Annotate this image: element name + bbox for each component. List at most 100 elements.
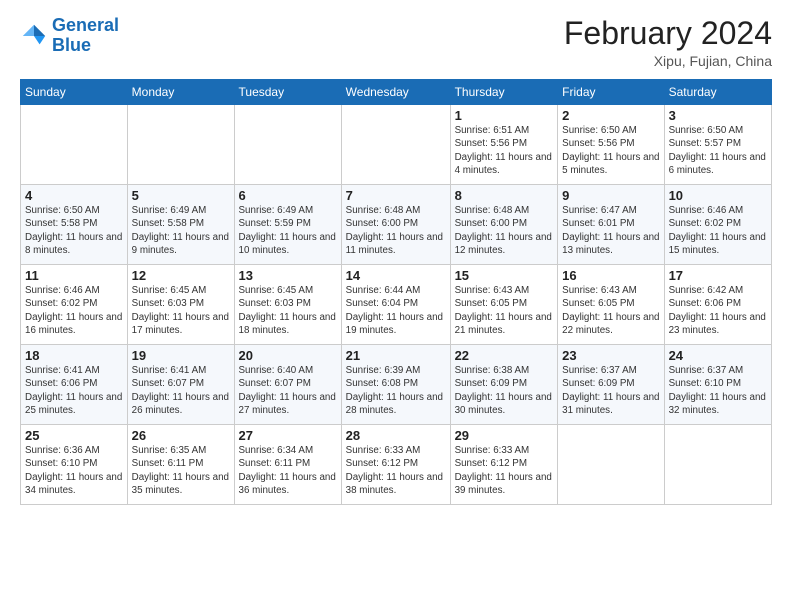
calendar-cell: 24Sunrise: 6:37 AMSunset: 6:10 PMDayligh…: [664, 345, 771, 425]
day-info: Sunrise: 6:48 AMSunset: 6:00 PMDaylight:…: [346, 204, 446, 257]
calendar-cell: 23Sunrise: 6:37 AMSunset: 6:09 PMDayligh…: [558, 345, 664, 425]
header-monday: Monday: [127, 80, 234, 105]
day-number: 19: [132, 348, 230, 363]
day-info: Sunrise: 6:33 AMSunset: 6:12 PMDaylight:…: [346, 444, 446, 497]
day-number: 21: [346, 348, 446, 363]
calendar-cell: 28Sunrise: 6:33 AMSunset: 6:12 PMDayligh…: [341, 425, 450, 505]
calendar-cell: [558, 425, 664, 505]
calendar-cell: 13Sunrise: 6:45 AMSunset: 6:03 PMDayligh…: [234, 265, 341, 345]
day-number: 27: [239, 428, 337, 443]
header-friday: Friday: [558, 80, 664, 105]
day-info: Sunrise: 6:51 AMSunset: 5:56 PMDaylight:…: [455, 124, 554, 177]
day-number: 14: [346, 268, 446, 283]
header-thursday: Thursday: [450, 80, 558, 105]
header-sunday: Sunday: [21, 80, 128, 105]
calendar-cell: 14Sunrise: 6:44 AMSunset: 6:04 PMDayligh…: [341, 265, 450, 345]
calendar-week-row: 1Sunrise: 6:51 AMSunset: 5:56 PMDaylight…: [21, 105, 772, 185]
calendar-cell: 22Sunrise: 6:38 AMSunset: 6:09 PMDayligh…: [450, 345, 558, 425]
day-info: Sunrise: 6:39 AMSunset: 6:08 PMDaylight:…: [346, 364, 446, 417]
calendar-cell: 19Sunrise: 6:41 AMSunset: 6:07 PMDayligh…: [127, 345, 234, 425]
day-info: Sunrise: 6:41 AMSunset: 6:07 PMDaylight:…: [132, 364, 230, 417]
calendar-cell: [127, 105, 234, 185]
header-saturday: Saturday: [664, 80, 771, 105]
calendar-cell: 3Sunrise: 6:50 AMSunset: 5:57 PMDaylight…: [664, 105, 771, 185]
header-wednesday: Wednesday: [341, 80, 450, 105]
calendar-cell: 16Sunrise: 6:43 AMSunset: 6:05 PMDayligh…: [558, 265, 664, 345]
calendar-cell: [21, 105, 128, 185]
day-number: 16: [562, 268, 659, 283]
day-number: 23: [562, 348, 659, 363]
calendar-cell: 25Sunrise: 6:36 AMSunset: 6:10 PMDayligh…: [21, 425, 128, 505]
calendar-week-row: 25Sunrise: 6:36 AMSunset: 6:10 PMDayligh…: [21, 425, 772, 505]
day-info: Sunrise: 6:43 AMSunset: 6:05 PMDaylight:…: [455, 284, 554, 337]
logo-text: General Blue: [52, 16, 119, 56]
calendar-cell: 11Sunrise: 6:46 AMSunset: 6:02 PMDayligh…: [21, 265, 128, 345]
calendar-cell: 15Sunrise: 6:43 AMSunset: 6:05 PMDayligh…: [450, 265, 558, 345]
day-number: 13: [239, 268, 337, 283]
day-info: Sunrise: 6:35 AMSunset: 6:11 PMDaylight:…: [132, 444, 230, 497]
header-tuesday: Tuesday: [234, 80, 341, 105]
day-info: Sunrise: 6:34 AMSunset: 6:11 PMDaylight:…: [239, 444, 337, 497]
day-number: 25: [25, 428, 123, 443]
day-number: 28: [346, 428, 446, 443]
day-number: 8: [455, 188, 554, 203]
day-info: Sunrise: 6:44 AMSunset: 6:04 PMDaylight:…: [346, 284, 446, 337]
day-info: Sunrise: 6:36 AMSunset: 6:10 PMDaylight:…: [25, 444, 123, 497]
day-info: Sunrise: 6:47 AMSunset: 6:01 PMDaylight:…: [562, 204, 659, 257]
calendar-cell: 2Sunrise: 6:50 AMSunset: 5:56 PMDaylight…: [558, 105, 664, 185]
day-number: 12: [132, 268, 230, 283]
day-number: 2: [562, 108, 659, 123]
day-number: 9: [562, 188, 659, 203]
calendar-cell: 7Sunrise: 6:48 AMSunset: 6:00 PMDaylight…: [341, 185, 450, 265]
calendar-week-row: 4Sunrise: 6:50 AMSunset: 5:58 PMDaylight…: [21, 185, 772, 265]
calendar-cell: 29Sunrise: 6:33 AMSunset: 6:12 PMDayligh…: [450, 425, 558, 505]
day-number: 10: [669, 188, 767, 203]
day-number: 1: [455, 108, 554, 123]
day-info: Sunrise: 6:49 AMSunset: 5:58 PMDaylight:…: [132, 204, 230, 257]
calendar-cell: 4Sunrise: 6:50 AMSunset: 5:58 PMDaylight…: [21, 185, 128, 265]
day-info: Sunrise: 6:45 AMSunset: 6:03 PMDaylight:…: [132, 284, 230, 337]
calendar-cell: 10Sunrise: 6:46 AMSunset: 6:02 PMDayligh…: [664, 185, 771, 265]
day-info: Sunrise: 6:46 AMSunset: 6:02 PMDaylight:…: [669, 204, 767, 257]
day-info: Sunrise: 6:50 AMSunset: 5:57 PMDaylight:…: [669, 124, 767, 177]
location: Xipu, Fujian, China: [564, 53, 772, 69]
day-number: 7: [346, 188, 446, 203]
day-number: 4: [25, 188, 123, 203]
header: General Blue February 2024 Xipu, Fujian,…: [20, 16, 772, 69]
day-info: Sunrise: 6:38 AMSunset: 6:09 PMDaylight:…: [455, 364, 554, 417]
calendar-cell: 17Sunrise: 6:42 AMSunset: 6:06 PMDayligh…: [664, 265, 771, 345]
logo: General Blue: [20, 16, 119, 56]
calendar-cell: [234, 105, 341, 185]
day-number: 22: [455, 348, 554, 363]
day-number: 5: [132, 188, 230, 203]
calendar-week-row: 18Sunrise: 6:41 AMSunset: 6:06 PMDayligh…: [21, 345, 772, 425]
calendar-cell: 21Sunrise: 6:39 AMSunset: 6:08 PMDayligh…: [341, 345, 450, 425]
title-block: February 2024 Xipu, Fujian, China: [564, 16, 772, 69]
calendar-cell: 5Sunrise: 6:49 AMSunset: 5:58 PMDaylight…: [127, 185, 234, 265]
day-info: Sunrise: 6:50 AMSunset: 5:56 PMDaylight:…: [562, 124, 659, 177]
month-title: February 2024: [564, 16, 772, 51]
day-info: Sunrise: 6:48 AMSunset: 6:00 PMDaylight:…: [455, 204, 554, 257]
calendar-cell: 1Sunrise: 6:51 AMSunset: 5:56 PMDaylight…: [450, 105, 558, 185]
calendar-table: Sunday Monday Tuesday Wednesday Thursday…: [20, 79, 772, 505]
day-number: 17: [669, 268, 767, 283]
calendar-week-row: 11Sunrise: 6:46 AMSunset: 6:02 PMDayligh…: [21, 265, 772, 345]
day-number: 11: [25, 268, 123, 283]
calendar-cell: 27Sunrise: 6:34 AMSunset: 6:11 PMDayligh…: [234, 425, 341, 505]
day-number: 20: [239, 348, 337, 363]
calendar-cell: 18Sunrise: 6:41 AMSunset: 6:06 PMDayligh…: [21, 345, 128, 425]
calendar-cell: 26Sunrise: 6:35 AMSunset: 6:11 PMDayligh…: [127, 425, 234, 505]
day-number: 3: [669, 108, 767, 123]
day-number: 15: [455, 268, 554, 283]
day-number: 6: [239, 188, 337, 203]
day-info: Sunrise: 6:41 AMSunset: 6:06 PMDaylight:…: [25, 364, 123, 417]
day-info: Sunrise: 6:40 AMSunset: 6:07 PMDaylight:…: [239, 364, 337, 417]
calendar-cell: 12Sunrise: 6:45 AMSunset: 6:03 PMDayligh…: [127, 265, 234, 345]
calendar-cell: 8Sunrise: 6:48 AMSunset: 6:00 PMDaylight…: [450, 185, 558, 265]
day-number: 24: [669, 348, 767, 363]
day-info: Sunrise: 6:43 AMSunset: 6:05 PMDaylight:…: [562, 284, 659, 337]
calendar-cell: [341, 105, 450, 185]
calendar-cell: [664, 425, 771, 505]
day-info: Sunrise: 6:33 AMSunset: 6:12 PMDaylight:…: [455, 444, 554, 497]
day-info: Sunrise: 6:50 AMSunset: 5:58 PMDaylight:…: [25, 204, 123, 257]
